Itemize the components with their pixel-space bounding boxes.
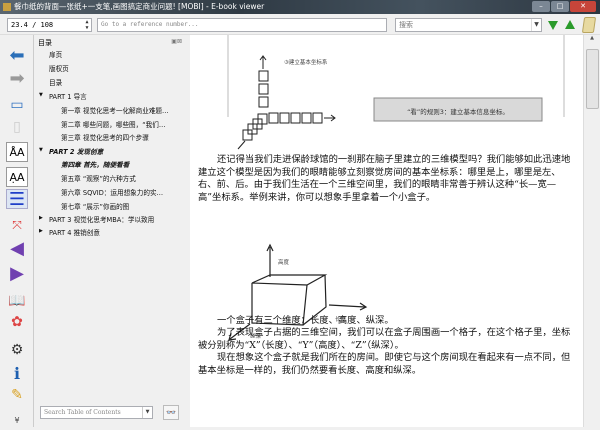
bookmarks-icon[interactable]: 📖 — [6, 291, 28, 311]
position-spinbox[interactable]: 23.4 / 108 ▲ ▼ — [7, 18, 92, 32]
toc-item-current[interactable]: 第四章 首先，随便看看 — [61, 159, 129, 169]
collapse-arrow-icon[interactable]: ▶ — [39, 228, 43, 234]
label-height: 高度 — [278, 260, 290, 266]
toc-label: PART 2 发现创意 — [49, 148, 104, 156]
toc-item[interactable]: 第七章 “展示”你画的图 — [61, 201, 129, 211]
search-combobox[interactable]: 搜索 ▼ — [395, 18, 542, 32]
binoculars-search-button[interactable]: 👓 — [163, 405, 179, 420]
paragraph: 为了表现盒子占据的三维空间，我们可以在盒子周围画一个格子，在这个格子里，坐标被分… — [198, 327, 571, 351]
rule-box-text: “看”的规则3：建立基本信息坐标。 — [407, 108, 509, 116]
find-next-icon[interactable] — [548, 21, 558, 30]
reference-input[interactable]: Go to a reference number... — [97, 18, 387, 32]
font-smaller-icon[interactable]: ẠA — [6, 167, 28, 187]
print-icon[interactable]: ▭ — [6, 95, 28, 115]
position-value: 23.4 / 108 — [11, 21, 54, 29]
next-page-icon[interactable]: ▶ — [6, 263, 28, 284]
back-arrow-icon[interactable]: ⬅ — [6, 45, 28, 66]
app-icon — [3, 3, 11, 11]
chevron-down-icon[interactable]: ▼ — [142, 407, 152, 418]
find-previous-icon[interactable] — [565, 20, 575, 29]
toc-item[interactable]: 第五章 “观察”的六种方式 — [61, 173, 136, 183]
chevron-down-icon[interactable]: ▼ — [531, 19, 541, 31]
fullscreen-icon[interactable]: ⤧ — [6, 215, 28, 235]
toc-label: PART 4 推销创意 — [49, 229, 100, 237]
font-larger-icon[interactable]: ÅA — [6, 142, 28, 162]
toc-item-part3[interactable]: ▶ PART 3 视觉化思考MBA：学以致用 — [39, 214, 155, 224]
scroll-up-icon[interactable]: ▲ — [584, 35, 600, 41]
info-icon[interactable]: ℹ — [6, 363, 28, 383]
action-toolbar: ⬅ ➡ ▭ ▯ ÅA ẠA ☰ ⤧ ◀ ▶ 📖 ✿ ⚙ ℹ ✎ ¥ — [0, 35, 34, 427]
toc-item[interactable]: 扉页 — [49, 49, 62, 59]
more-chevron-icon[interactable]: ¥ — [6, 410, 28, 430]
toolbar: 23.4 / 108 ▲ ▼ Go to a reference number...… — [0, 14, 600, 35]
toc-toggle-icon[interactable]: ☰ — [6, 189, 28, 210]
coordinate-figure — [227, 35, 565, 150]
window-title: 餐巾纸的背面—张纸+一支笔,画图搞定商业问题! [MOBI] - E-book … — [14, 2, 265, 11]
paragraph: 一个盒子有三个维度：长度、高度、纵深。 — [217, 315, 394, 326]
toc-item[interactable]: 第六章 SQVID：运用想象力的实… — [61, 187, 163, 197]
toc-label: PART 3 视觉化思考MBA：学以致用 — [49, 216, 155, 224]
book-page: ③建立基本坐标系 “看”的规则3：建立基本信息坐标。 还记得当我们走进保龄球馆的… — [190, 35, 583, 427]
vertical-scrollbar[interactable]: ▲ — [583, 35, 600, 427]
toc-item[interactable]: 第二章 哪些问题，哪些图，“我们… — [61, 119, 165, 129]
toc-item[interactable]: 第三章 视觉化思考的四个步骤 — [61, 132, 149, 142]
maximize-button[interactable]: □ — [551, 1, 569, 12]
magic-wand-icon[interactable]: ✎ — [6, 385, 28, 405]
search-value: 搜索 — [399, 21, 413, 29]
preferences-gear-icon[interactable]: ⚙ — [6, 340, 28, 360]
collapse-arrow-icon[interactable]: ▶ — [39, 215, 43, 221]
toc-title: 目录 — [38, 39, 52, 47]
toc-item[interactable]: 版权页 — [49, 63, 69, 73]
minimize-button[interactable]: – — [532, 1, 550, 12]
theme-icon[interactable]: ✿ — [6, 312, 28, 332]
close-button[interactable]: ✕ — [570, 1, 596, 12]
spin-arrows-icon[interactable]: ▲ ▼ — [83, 19, 91, 31]
reference-mode-icon[interactable] — [581, 17, 597, 33]
previous-page-icon[interactable]: ◀ — [6, 238, 28, 259]
toc-item-part2[interactable]: ▼ PART 2 发现创意 — [39, 146, 104, 156]
toc-panel-buttons[interactable]: ▣⊠ — [171, 38, 182, 45]
title-bar: 餐巾纸的背面—张纸+一支笔,画图搞定商业问题! [MOBI] - E-book … — [0, 0, 600, 14]
paragraph: 还记得当我们走进保龄球馆的一刹那在脑子里建立的三维模型吗？我们能够如此迅速地建立… — [198, 154, 571, 203]
expand-arrow-icon[interactable]: ▼ — [39, 92, 43, 98]
toc-item[interactable]: 目录 — [49, 77, 62, 87]
toc-label: PART 1 导言 — [49, 93, 87, 101]
toc-item[interactable]: 第一章 视觉化思考一化解商业难题… — [61, 105, 169, 115]
paragraph: 现在想象这个盒子就是我们所在的房间。即使它与这个房间现在看起来有一点不同，但基本… — [198, 352, 571, 376]
toc-item-part1[interactable]: ▼ PART 1 导言 — [39, 91, 87, 101]
expand-arrow-icon[interactable]: ▼ — [39, 147, 43, 153]
toc-search-input[interactable]: Search Table of Contents ▼ — [40, 406, 153, 419]
toc-search-placeholder: Search Table of Contents — [44, 409, 121, 416]
toc-item-part4[interactable]: ▶ PART 4 推销创意 — [39, 227, 100, 237]
forward-arrow-icon[interactable]: ➡ — [6, 68, 28, 89]
toc-panel: 目录 ▣⊠ 扉页 版权页 目录 ▼ PART 1 导言 第一章 视觉化思考一化解商… — [34, 35, 186, 427]
copy-icon[interactable]: ▯ — [6, 117, 28, 137]
figure-caption: ③建立基本坐标系 — [284, 60, 328, 66]
scrollbar-thumb[interactable] — [586, 49, 599, 109]
